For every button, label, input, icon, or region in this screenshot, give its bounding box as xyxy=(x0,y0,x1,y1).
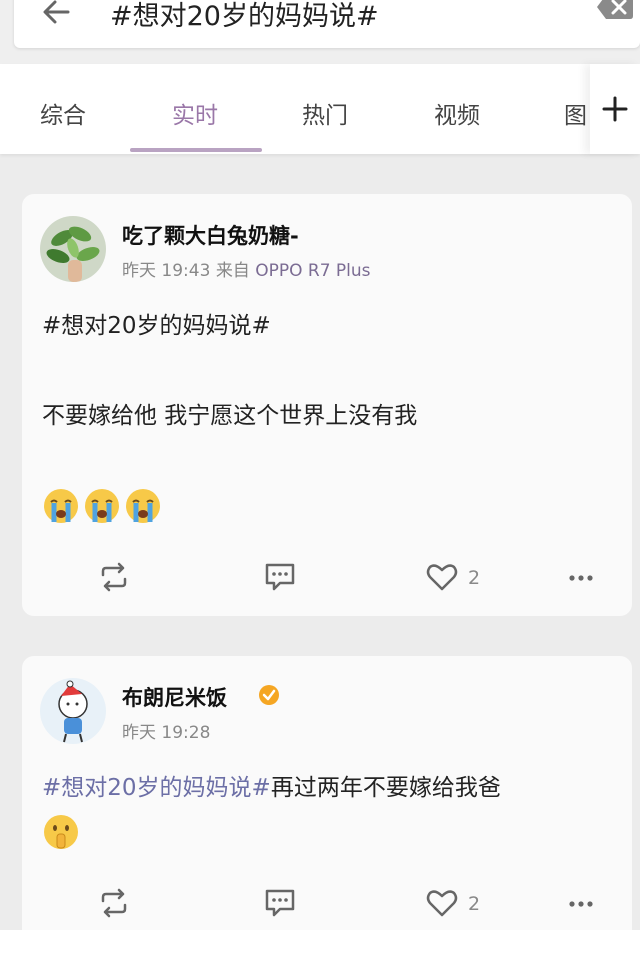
crying-face-emojis xyxy=(44,489,160,523)
post-body-line: #想对20岁的妈妈说#再过两年不要嫁给我爸 xyxy=(42,768,501,802)
post-body: 不要嫁给他 我宁愿这个世界上没有我 xyxy=(42,403,418,429)
post-body: 再过两年不要嫁给我爸 xyxy=(270,775,501,801)
emoji-row xyxy=(42,812,82,856)
source-prefix: 来自 xyxy=(215,261,250,281)
more-icon[interactable] xyxy=(566,562,598,592)
search-bar[interactable]: #想对20岁的妈妈说# xyxy=(14,0,640,48)
username[interactable]: 吃了颗大白兔奶糖- xyxy=(122,220,299,250)
post-meta: 昨天 19:28 xyxy=(122,718,210,743)
post-source[interactable]: OPPO R7 Plus xyxy=(255,261,370,281)
post-time: 昨天 19:43 xyxy=(122,261,211,281)
like-count: 2 xyxy=(468,567,481,589)
crying-face-icon xyxy=(44,489,78,523)
bottom-bar xyxy=(0,930,640,959)
repost-icon[interactable] xyxy=(98,888,130,918)
username[interactable]: 布朗尼米饭 xyxy=(122,682,227,712)
avatar-plant-image xyxy=(40,216,106,282)
comment-icon[interactable] xyxy=(264,888,296,918)
more-icon[interactable] xyxy=(566,888,598,918)
tab-comprehensive[interactable]: 综合 xyxy=(40,96,86,130)
like-count: 2 xyxy=(468,893,481,915)
active-tab-indicator xyxy=(130,148,262,152)
comment-icon[interactable] xyxy=(264,562,296,592)
tab-bar: 综合 实时 热门 视频 图 xyxy=(0,64,640,154)
avatar[interactable] xyxy=(40,678,106,744)
emoji-row xyxy=(42,486,164,530)
back-arrow-icon[interactable] xyxy=(40,0,72,26)
search-query[interactable]: #想对20岁的妈妈说# xyxy=(110,0,379,33)
post-card[interactable]: 布朗尼米饭 昨天 19:28 #想对20岁的妈妈说#再过两年不要嫁给我爸 2 xyxy=(22,656,632,959)
search-area: #想对20岁的妈妈说# xyxy=(0,0,640,64)
avatar-cartoon-image xyxy=(40,678,106,744)
post-hashtag[interactable]: #想对20岁的妈妈说# xyxy=(42,775,271,801)
crying-face-icon xyxy=(126,489,160,523)
verified-badge-icon xyxy=(259,685,279,705)
repost-icon[interactable] xyxy=(98,562,130,592)
like-icon[interactable] xyxy=(426,562,458,592)
post-hashtag[interactable]: #想对20岁的妈妈说# xyxy=(42,306,271,340)
tab-realtime[interactable]: 实时 xyxy=(172,96,218,130)
shushing-face-icon xyxy=(44,815,78,849)
post-card[interactable]: 吃了颗大白兔奶糖- 昨天 19:43 来自 OPPO R7 Plus #想对20… xyxy=(22,194,632,616)
tab-image-clipped[interactable]: 图 xyxy=(564,96,590,130)
clear-icon[interactable] xyxy=(596,0,634,20)
like-icon[interactable] xyxy=(426,888,458,918)
crying-face-icon xyxy=(85,489,119,523)
post-time: 昨天 19:28 xyxy=(122,723,211,743)
plus-icon[interactable] xyxy=(602,96,628,122)
tab-hot[interactable]: 热门 xyxy=(302,96,348,130)
tab-image[interactable]: 图 xyxy=(564,96,590,130)
post-meta: 昨天 19:43 来自 OPPO R7 Plus xyxy=(122,256,371,281)
tab-video[interactable]: 视频 xyxy=(434,96,480,130)
avatar[interactable] xyxy=(40,216,106,282)
add-tab-area[interactable] xyxy=(590,64,640,154)
